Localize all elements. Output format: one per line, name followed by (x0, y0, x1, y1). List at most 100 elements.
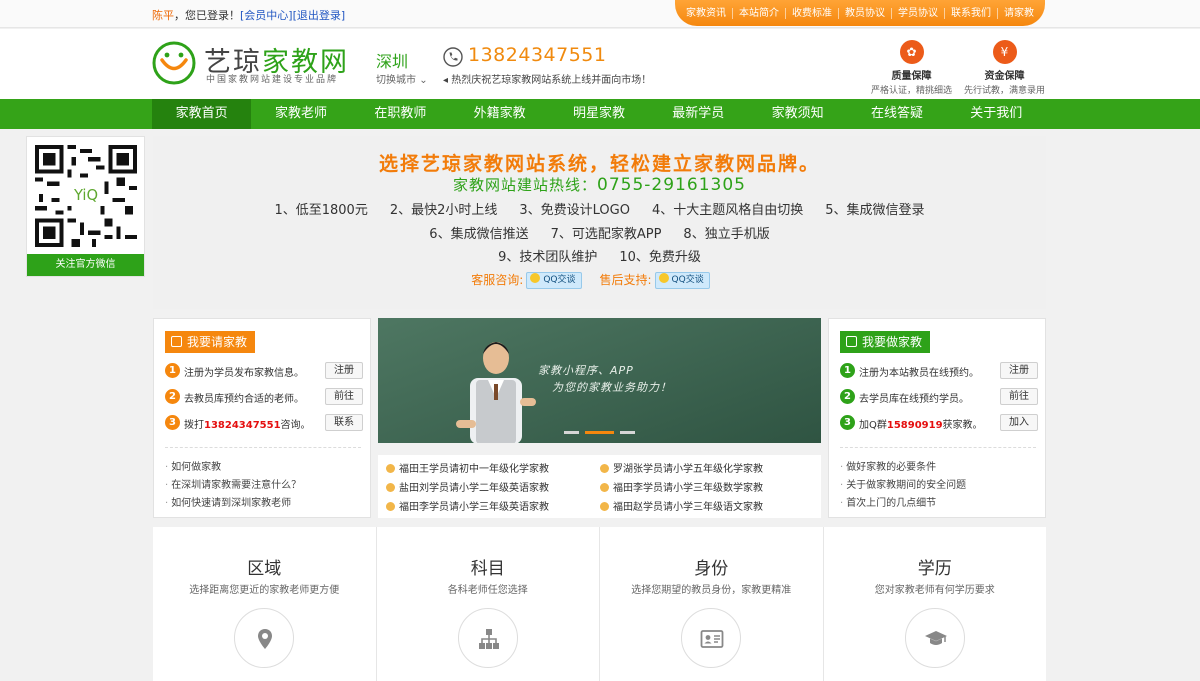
nav-tutor-teachers[interactable]: 家教老师 (251, 99, 350, 129)
faq-link[interactable]: 如何快速请到深圳家教老师 (165, 494, 291, 509)
contact-button[interactable]: 联系 (325, 414, 363, 431)
nav-about-us[interactable]: 关于我们 (947, 99, 1046, 129)
become-tutor-button[interactable]: 我要做家教 (840, 331, 931, 353)
top-link-about[interactable]: 本站简介 (732, 7, 785, 19)
top-links: 家教资讯 本站简介 收费标准 教员协议 学员协议 联系我们 请家教 (675, 0, 1045, 26)
faq-link[interactable]: 关于做家教期间的安全问题 (840, 476, 966, 491)
request-text: 福田李学员请小学三年级数学家教 (613, 483, 763, 494)
logo-icon[interactable] (152, 41, 196, 85)
step-text: 去学员库在线预约学员。 (859, 394, 969, 405)
student-avatar-icon (386, 483, 395, 492)
step-text-post: 咨询。 (280, 420, 311, 431)
category-subject[interactable]: 科目 各科老师任您选择 (376, 527, 599, 681)
request-item[interactable]: 福田赵学员请小学三年级语文家教 (600, 498, 763, 513)
nav-home[interactable]: 家教首页 (152, 99, 252, 129)
category-title: 区域 (247, 559, 282, 579)
hire-tutor-panel: 我要请家教 1 注册为学员发布家教信息。 注册 2 去教员库预约合适的老师。 前… (153, 318, 371, 518)
request-text: 盐田刘学员请小学二年级英语家教 (399, 483, 549, 494)
logout-link[interactable]: [退出登录] (293, 9, 346, 22)
category-region[interactable]: 区域 选择距离您更近的家教老师更方便 (153, 527, 376, 681)
top-link-hire-tutor[interactable]: 请家教 (997, 7, 1040, 19)
category-icon-circle (681, 608, 742, 668)
register-button[interactable]: 注册 (325, 362, 363, 379)
chevron-down-icon: ⌄ (419, 75, 428, 86)
faq-link[interactable]: 首次上门的几点细节 (840, 494, 936, 509)
step-item: 2 去学员库在线预约学员。 前往 (840, 388, 1038, 406)
qq-support-button[interactable]: QQ交谈 (654, 272, 710, 289)
faq-link[interactable]: 如何做家教 (165, 458, 221, 473)
student-avatar-icon (600, 483, 609, 492)
step-text: 拨打13824347551咨询。 (184, 416, 311, 431)
register-button[interactable]: 注册 (1000, 362, 1038, 379)
join-button[interactable]: 加入 (1000, 414, 1038, 431)
go-button[interactable]: 前往 (1000, 388, 1038, 405)
qq-label: QQ交谈 (671, 275, 704, 285)
request-text: 福田李学员请小学三年级英语家教 (399, 502, 549, 513)
request-item[interactable]: 福田李学员请小学三年级数学家教 (600, 479, 763, 494)
top-link-contact[interactable]: 联系我们 (944, 7, 997, 19)
slide-dot[interactable] (620, 431, 635, 434)
top-link-student-agreement[interactable]: 学员协议 (891, 7, 944, 19)
step-item: 3 拨打13824347551咨询。 联系 (165, 414, 363, 432)
feature-row: 9、技术团队维护 10、免费升级 (153, 246, 1046, 265)
category-subtitle: 您对家教老师有何学历要求 (874, 585, 995, 596)
logged-in-text: ，您已登录！ (174, 9, 240, 22)
feature-row: 6、集成微信推送 7、可选配家教APP 8、独立手机版 (153, 223, 1046, 242)
feature-item: 5、集成微信登录 (825, 203, 925, 218)
wechat-follow-label[interactable]: 关注官方微信 (27, 254, 144, 276)
student-avatar-icon (600, 502, 609, 511)
slide-dot-active[interactable] (585, 431, 614, 434)
category-blocks: 区域 选择距离您更近的家教老师更方便 科目 各科老师任您选择 身份 选择您期望的… (153, 527, 1046, 681)
faq-link[interactable]: 在深圳请家教需要注意什么？ (165, 476, 301, 491)
hero-slide[interactable]: 家教小程序、APP 为您的家教业务助力！ (378, 318, 821, 443)
top-link-pricing[interactable]: 收费标准 (785, 7, 838, 19)
notice: ◂ 热烈庆祝艺琼家教网站系统上线并面向市场！ (443, 71, 651, 86)
step-item: 3 加Q群15890919获家教。 加入 (840, 414, 1038, 432)
feature-item: 10、免费升级 (619, 250, 701, 265)
step-text: 去教员库预约合适的老师。 (184, 394, 304, 405)
nav-foreign-tutors[interactable]: 外籍家教 (450, 99, 549, 129)
nav-tutor-guide[interactable]: 家教须知 (748, 99, 847, 129)
category-education[interactable]: 学历 您对家教老师有何学历要求 (823, 527, 1046, 681)
step-text-pre: 拨打 (184, 420, 204, 431)
feature-item: 9、技术团队维护 (498, 250, 598, 265)
nav-star-tutors[interactable]: 明星家教 (549, 99, 648, 129)
request-item[interactable]: 福田王学员请初中一年级化学家教 (386, 460, 549, 475)
qr-code-image: YiQ (35, 145, 137, 247)
hotline-label: 家教网站建站热线： (453, 176, 598, 194)
city-switch-label: 切换城市 (376, 75, 416, 86)
consult-label: 客服咨询: (471, 273, 524, 287)
top-link-news[interactable]: 家教资讯 (680, 8, 732, 19)
step-text-post: 获家教。 (942, 420, 983, 431)
request-text: 福田赵学员请小学三年级语文家教 (613, 502, 763, 513)
promo-banner: 选择艺琼家教网站系统，轻松建立家教网品牌。 家教网站建站热线：0755-2916… (153, 136, 1046, 309)
qq-consult-button[interactable]: QQ交谈 (526, 272, 582, 289)
city-switch[interactable]: 切换城市 ⌄ (376, 71, 428, 86)
nav-online-qa[interactable]: 在线答疑 (847, 99, 946, 129)
slide-dot[interactable] (564, 431, 579, 434)
feature-item: 8、独立手机版 (683, 227, 770, 242)
go-button[interactable]: 前往 (325, 388, 363, 405)
member-center-link[interactable]: [会员中心] (240, 9, 293, 22)
banner-hotline: 家教网站建站热线：0755-29161305 (153, 174, 1046, 195)
step-item: 2 去教员库预约合适的老师。 前往 (165, 388, 363, 406)
request-item[interactable]: 罗湖张学员请小学五年级化学家教 (600, 460, 763, 475)
feature-item: 2、最快2小时上线 (389, 203, 498, 218)
step-number: 1 (840, 363, 855, 378)
logo-slogan: 中国家教网站建设专业品牌 (206, 75, 339, 85)
top-link-teacher-agreement[interactable]: 教员协议 (838, 7, 891, 19)
guarantee-desc: 先行试教，满意录用 (963, 86, 1045, 96)
feature-item: 1、低至1800元 (274, 203, 368, 218)
username[interactable]: 陈平 (152, 9, 174, 22)
step-number: 2 (840, 389, 855, 404)
nav-latest-students[interactable]: 最新学员 (649, 99, 748, 129)
request-item[interactable]: 福田李学员请小学三年级英语家教 (386, 498, 549, 513)
faq-link[interactable]: 做好家教的必要条件 (840, 458, 936, 473)
category-identity[interactable]: 身份 选择您期望的教员身份，家教更精准 (600, 527, 823, 681)
category-subtitle: 选择您期望的教员身份，家教更精准 (631, 585, 792, 596)
nav-inservice-teachers[interactable]: 在职教师 (351, 99, 450, 129)
hire-tutor-button[interactable]: 我要请家教 (165, 331, 256, 353)
header: 艺琼家教网 中国家教网站建设专业品牌 深圳 切换城市 ⌄ 13824347551… (0, 29, 1200, 99)
student-avatar-icon (600, 464, 609, 473)
request-item[interactable]: 盐田刘学员请小学二年级英语家教 (386, 479, 549, 494)
